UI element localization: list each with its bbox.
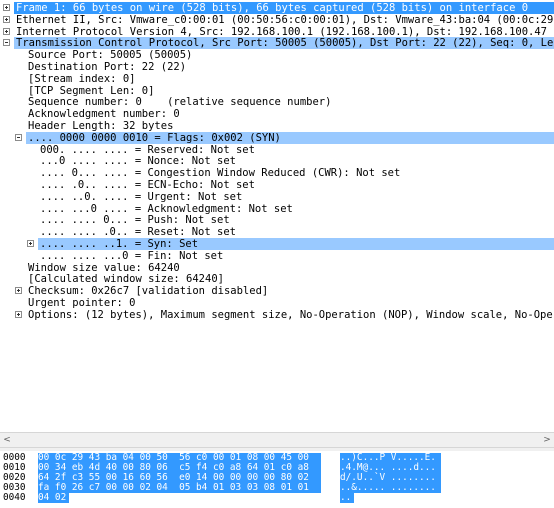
tree-row-label: Transmission Control Protocol, Src Port:… bbox=[16, 37, 554, 49]
packet-bytes-pane[interactable]: 0000 00 0c 29 43 ba 04 00 50 56 c0 00 01 … bbox=[0, 451, 554, 508]
tree-row-label: .... .... 0... = Push: Not set bbox=[40, 214, 230, 226]
tree-row[interactable]: Header Length: 32 bytes bbox=[0, 120, 554, 132]
tree-row[interactable]: .... 0000 0000 0010 = Flags: 0x002 (SYN) bbox=[0, 132, 554, 144]
tree-row-label: Frame 1: 66 bytes on wire (528 bits), 66… bbox=[16, 2, 529, 14]
bytes-ascii[interactable]: .. bbox=[340, 493, 351, 503]
tree-row[interactable]: .... ..0. .... = Urgent: Not set bbox=[0, 191, 554, 203]
tree-row-label: Ethernet II, Src: Vmware_c0:00:01 (00:50… bbox=[16, 14, 554, 26]
tree-row[interactable]: Destination Port: 22 (22) bbox=[0, 61, 554, 73]
collapse-icon[interactable] bbox=[3, 39, 10, 46]
tree-row[interactable]: .... .... ...0 = Fin: Not set bbox=[0, 250, 554, 262]
tree-row[interactable]: Checksum: 0x26c7 [validation disabled] bbox=[0, 285, 554, 297]
expand-icon[interactable] bbox=[27, 240, 34, 247]
tree-row[interactable]: [Calculated window size: 64240] bbox=[0, 273, 554, 285]
scroll-left-arrow-icon[interactable]: < bbox=[0, 433, 14, 447]
bytes-row: 0040 04 02.. bbox=[0, 493, 554, 503]
tree-row-label: Destination Port: 22 (22) bbox=[28, 61, 187, 73]
tree-row-label: [Stream index: 0] bbox=[28, 73, 136, 85]
tree-row-label: .... .... ...0 = Fin: Not set bbox=[40, 250, 224, 262]
expand-icon[interactable] bbox=[3, 4, 10, 11]
tree-row-label: .... .0.. .... = ECN-Echo: Not set bbox=[40, 179, 255, 191]
expand-icon[interactable] bbox=[3, 28, 10, 35]
tree-row-label: Acknowledgment number: 0 bbox=[28, 108, 180, 120]
tree-row-label: Checksum: 0x26c7 [validation disabled] bbox=[28, 285, 269, 297]
tree-row[interactable]: Acknowledgment number: 0 bbox=[0, 108, 554, 120]
expand-icon[interactable] bbox=[15, 311, 22, 318]
horizontal-scrollbar[interactable]: < > bbox=[0, 433, 554, 448]
bytes-offset: 0040 bbox=[3, 492, 26, 503]
tree-row[interactable]: .... .... ..1. = Syn: Set bbox=[0, 238, 554, 250]
collapse-icon[interactable] bbox=[15, 134, 22, 141]
packet-details-tree[interactable]: Frame 1: 66 bytes on wire (528 bits), 66… bbox=[0, 0, 554, 433]
tree-row-label: Source Port: 50005 (50005) bbox=[28, 49, 193, 61]
tree-row[interactable]: .... .... .0.. = Reset: Not set bbox=[0, 226, 554, 238]
tree-row[interactable]: Options: (12 bytes), Maximum segment siz… bbox=[0, 309, 554, 321]
tree-row-label: Urgent pointer: 0 bbox=[28, 297, 136, 309]
bytes-row: 0030 fa f0 26 c7 00 00 02 04 05 b4 01 03 … bbox=[0, 483, 554, 493]
tree-row[interactable]: .... .... 0... = Push: Not set bbox=[0, 214, 554, 226]
tree-row-label: Sequence number: 0 (relative sequence nu… bbox=[28, 96, 332, 108]
tree-row-label: .... 0000 0000 0010 = Flags: 0x002 (SYN) bbox=[28, 132, 281, 144]
tree-row[interactable]: Ethernet II, Src: Vmware_c0:00:01 (00:50… bbox=[0, 14, 554, 26]
tree-row[interactable]: Source Port: 50005 (50005) bbox=[0, 49, 554, 61]
tree-row[interactable]: ...0 .... .... = Nonce: Not set bbox=[0, 155, 554, 167]
tree-row[interactable]: Frame 1: 66 bytes on wire (528 bits), 66… bbox=[0, 2, 554, 14]
scroll-right-arrow-icon[interactable]: > bbox=[540, 433, 554, 447]
tree-row[interactable]: Transmission Control Protocol, Src Port:… bbox=[0, 37, 554, 49]
tree-row-label: Options: (12 bytes), Maximum segment siz… bbox=[28, 309, 554, 321]
tree-row-label: .... .... .0.. = Reset: Not set bbox=[40, 226, 236, 238]
bytes-hex[interactable]: fa f0 26 c7 00 00 02 04 05 b4 01 03 03 0… bbox=[38, 483, 309, 493]
tree-row-label: .... 0... .... = Congestion Window Reduc… bbox=[40, 167, 401, 179]
tree-row[interactable]: [Stream index: 0] bbox=[0, 73, 554, 85]
tree-row[interactable]: Sequence number: 0 (relative sequence nu… bbox=[0, 96, 554, 108]
expand-icon[interactable] bbox=[15, 287, 22, 294]
tree-row-label: ...0 .... .... = Nonce: Not set bbox=[40, 155, 236, 167]
tree-row[interactable]: .... 0... .... = Congestion Window Reduc… bbox=[0, 167, 554, 179]
tree-row-label: [Calculated window size: 64240] bbox=[28, 273, 224, 285]
bytes-hex[interactable]: 04 02 bbox=[38, 493, 66, 503]
tree-row[interactable]: Urgent pointer: 0 bbox=[0, 297, 554, 309]
tree-row-label: .... ..0. .... = Urgent: Not set bbox=[40, 191, 243, 203]
tree-row[interactable]: .... .0.. .... = ECN-Echo: Not set bbox=[0, 179, 554, 191]
expand-icon[interactable] bbox=[3, 16, 10, 23]
tree-row-label: .... .... ..1. = Syn: Set bbox=[40, 238, 199, 250]
bytes-ascii[interactable]: ..&..... ........ bbox=[340, 483, 436, 493]
tree-row-label: Header Length: 32 bytes bbox=[28, 120, 174, 132]
